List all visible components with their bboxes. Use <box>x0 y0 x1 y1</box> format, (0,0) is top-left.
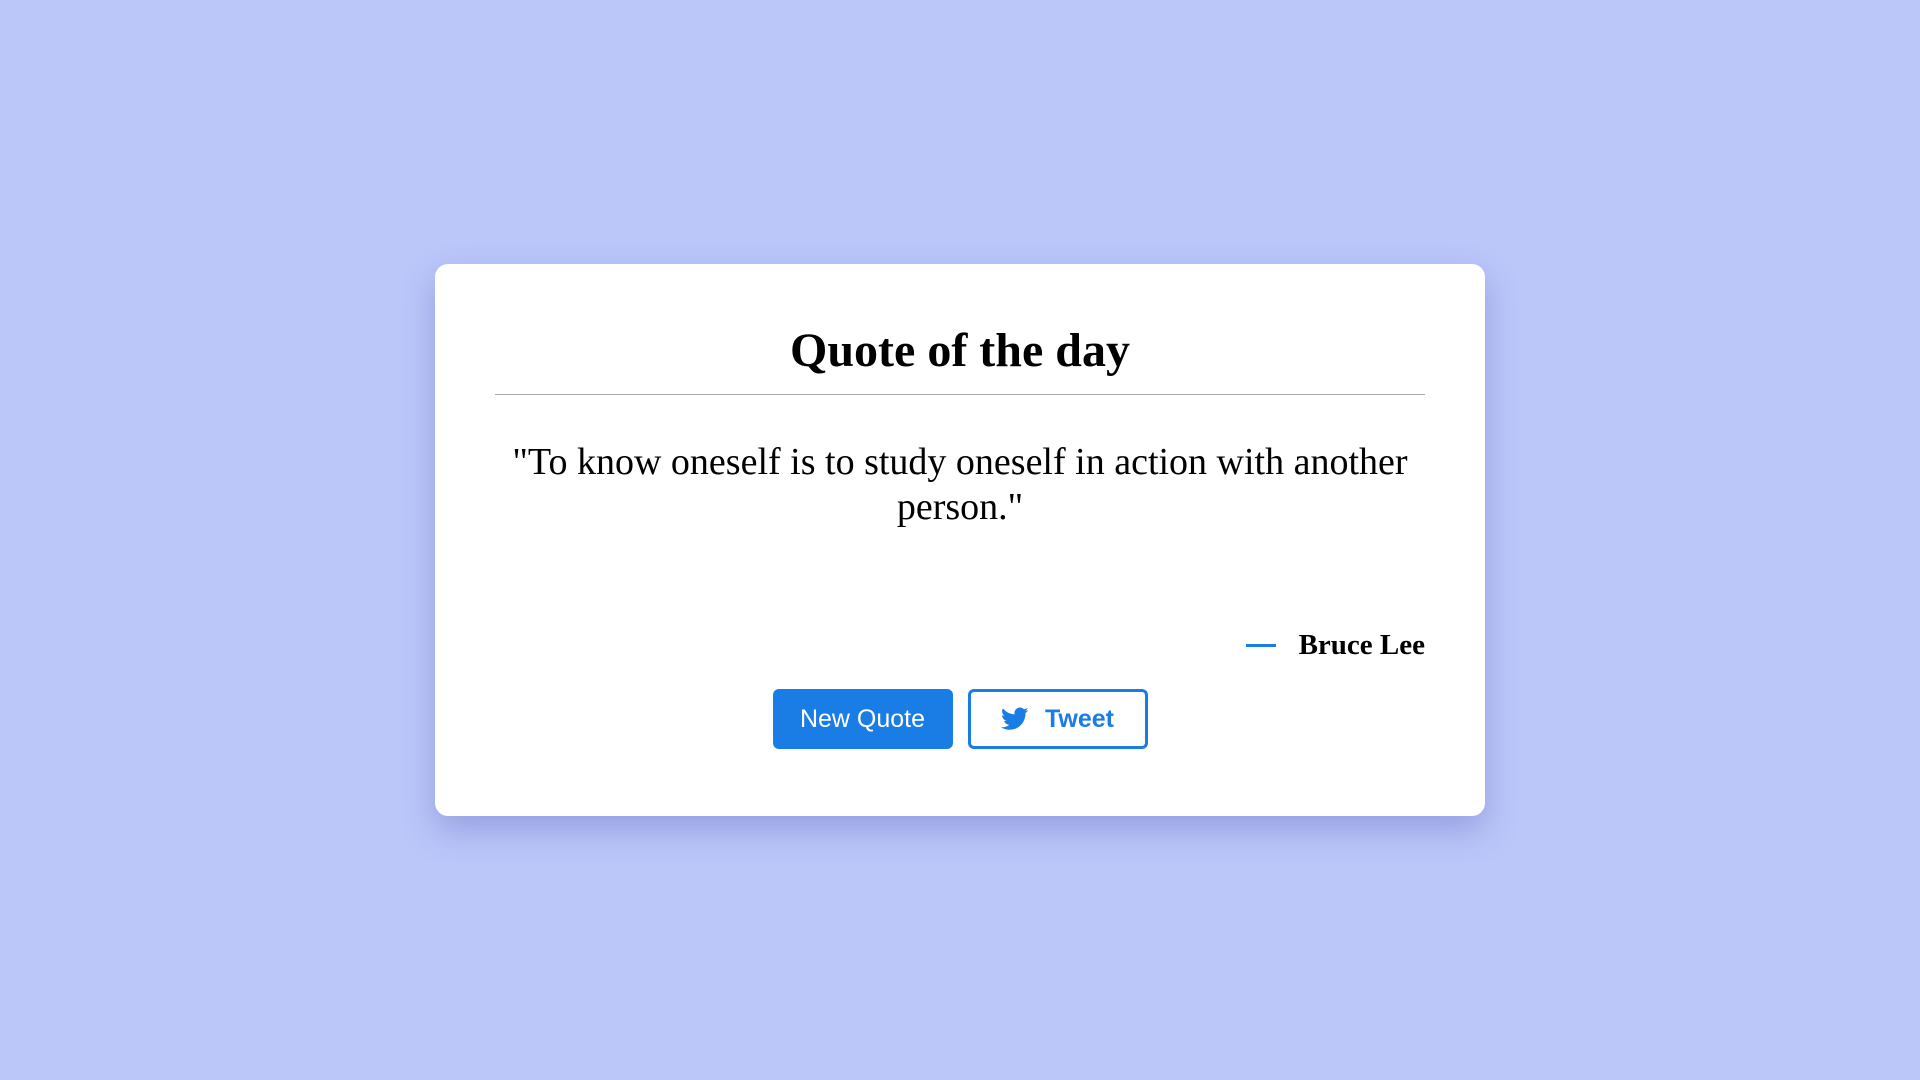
twitter-bird-icon <box>1001 707 1029 731</box>
button-row: New Quote Tweet <box>435 689 1485 749</box>
tweet-label: Tweet <box>1045 704 1114 733</box>
author-dash <box>1245 643 1276 647</box>
card-title: Quote of the day <box>790 324 1130 377</box>
quote-card: Quote of the day "To know oneself is to … <box>435 264 1485 816</box>
tweet-button[interactable]: Tweet <box>967 689 1148 749</box>
author-name: Bruce Lee <box>1298 628 1425 661</box>
quote-text: "To know oneself is to study oneself in … <box>512 441 1408 528</box>
author-row: Bruce Lee <box>1245 620 1425 670</box>
new-quote-button[interactable]: New Quote <box>772 689 953 749</box>
title-divider <box>495 394 1425 395</box>
